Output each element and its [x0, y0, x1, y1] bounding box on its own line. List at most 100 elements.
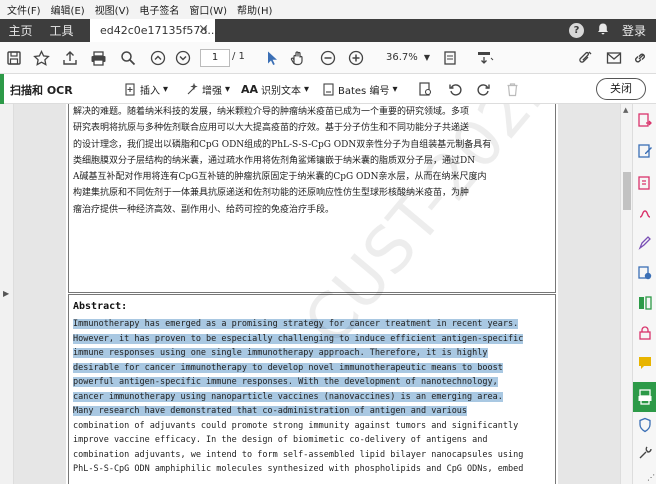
rotate-left-icon[interactable] — [448, 82, 463, 97]
abstract-line-text: PhL-S-S-CpG ODN amphiphilic molecules sy… — [73, 464, 524, 474]
insert-button[interactable]: 插入 ▾ — [124, 82, 168, 97]
tab-home[interactable]: 主页 — [0, 19, 41, 42]
zoom-level-value: 36.7% — [386, 52, 418, 63]
menu-edit[interactable]: 编辑(E) — [46, 2, 90, 17]
tab-bar: 主页 工具 ed42c0e17135f57d... × ? 登录 — [0, 19, 656, 42]
mail-icon[interactable] — [604, 48, 624, 68]
scrollbar-thumb[interactable] — [623, 172, 631, 210]
page-properties-button[interactable] — [418, 82, 432, 96]
scan-ocr-title: 扫描和 OCR — [10, 84, 73, 97]
zoom-in-icon[interactable] — [346, 48, 366, 68]
organize-pages-icon[interactable] — [636, 264, 654, 282]
selected-text: cancer immunotherapy using nanoparticle … — [73, 391, 503, 402]
help-icon[interactable]: ? — [568, 23, 584, 38]
selected-text: desirable for cancer immunotherapy to de… — [73, 362, 503, 373]
menu-esign[interactable]: 电子签名 — [134, 2, 184, 17]
right-tools-panel: ⋰ — [632, 104, 656, 484]
export-pdf-icon[interactable] — [636, 112, 654, 130]
abstract-line-text: combination of adjuvants could promote s… — [73, 420, 519, 431]
abstract-line: improve vaccine efficacy. In the design … — [73, 433, 488, 447]
chinese-line: 瘤治疗提供一种经济高效、副作用小、给药可控的免疫治疗手段。 — [73, 204, 335, 215]
scan-ocr-toolbar: 扫描和 OCR 插入 ▾ 增强 ▾ AA 识别文本 ▾ Bates 编号 ▾ 关闭 — [0, 74, 656, 104]
zoom-out-icon[interactable] — [318, 48, 338, 68]
menu-window[interactable]: 窗口(W) — [184, 2, 232, 17]
scroll-mode-icon[interactable] — [475, 48, 495, 68]
menu-bar: 文件(F) 编辑(E) 视图(V) 电子签名 窗口(W) 帮助(H) — [0, 0, 656, 19]
insert-label: 插入 — [140, 86, 160, 97]
bell-icon[interactable] — [596, 22, 610, 39]
left-navigation-panel: ▶ — [0, 104, 14, 484]
recognize-text-button[interactable]: AA 识别文本 ▾ — [241, 82, 309, 97]
zoom-level-select[interactable]: 36.7% ▼ — [380, 49, 432, 67]
expand-panel-icon[interactable]: ▶ — [3, 289, 9, 298]
bates-label: Bates 编号 — [338, 86, 390, 97]
upload-icon[interactable] — [60, 48, 80, 68]
shield-icon[interactable] — [636, 416, 654, 434]
vertical-scrollbar[interactable]: ▲ — [620, 104, 632, 484]
chevron-down-icon: ▾ — [163, 84, 169, 95]
abstract-line: Many research have demonstrated that co-… — [73, 404, 468, 418]
selected-text: powerful antigen-specific immune respons… — [73, 377, 498, 387]
page-number-input[interactable]: 1 — [200, 49, 230, 67]
page-up-icon[interactable] — [148, 48, 168, 68]
close-tool-button[interactable]: 关闭 — [596, 78, 646, 100]
hand-tool-icon[interactable] — [287, 48, 307, 68]
save-icon[interactable] — [4, 48, 24, 68]
chevron-down-icon: ▼ — [423, 53, 430, 62]
login-button[interactable]: 登录 — [622, 22, 646, 39]
abstract-line: desirable for cancer immunotherapy to de… — [73, 361, 503, 375]
fit-page-icon[interactable] — [440, 48, 460, 68]
menu-file[interactable]: 文件(F) — [2, 2, 46, 17]
compress-icon[interactable] — [636, 294, 654, 312]
rotate-right-icon[interactable] — [476, 82, 491, 97]
abstract-line: powerful antigen-specific immune respons… — [73, 375, 498, 389]
protect-icon[interactable] — [636, 324, 654, 342]
delete-page-icon[interactable] — [506, 82, 519, 97]
edit-pdf-icon[interactable] — [636, 142, 654, 160]
scroll-up-icon[interactable]: ▲ — [623, 106, 628, 114]
enhance-label: 增强 — [202, 86, 222, 97]
menu-view[interactable]: 视图(V) — [90, 2, 135, 17]
tab-document[interactable]: ed42c0e17135f57d... × — [90, 19, 218, 42]
bookmark-star-icon[interactable] — [31, 48, 51, 68]
abstract-heading: Abstract: — [73, 301, 128, 312]
page-total: / 1 — [232, 51, 245, 62]
recognize-text-label: 识别文本 — [261, 86, 302, 97]
abstract-line: combination adjuvants, we intend to form… — [73, 448, 523, 462]
abstract-line-text: improve vaccine efficacy. In the design … — [73, 435, 488, 445]
attach-icon[interactable] — [575, 48, 595, 68]
page-down-icon[interactable] — [173, 48, 193, 68]
menu-help[interactable]: 帮助(H) — [232, 2, 277, 17]
close-tab-icon[interactable]: × — [198, 22, 209, 37]
select-cursor-icon[interactable] — [262, 48, 282, 68]
abstract-line: However, it has proven to be especially … — [73, 332, 524, 346]
selected-text: Immunotherapy has emerged as a promising… — [73, 319, 519, 329]
more-tools-icon[interactable] — [636, 444, 654, 462]
fill-sign-icon[interactable] — [636, 234, 654, 252]
abstract-line: Immunotherapy has emerged as a promising… — [73, 317, 519, 331]
comment-bubble-icon[interactable] — [636, 354, 654, 372]
enhance-button[interactable]: 增强 ▾ — [186, 82, 230, 97]
document-viewport[interactable]: 解决的难题。随着纳米科技的发展，纳米颗粒介导的肿瘤纳米疫苗已成为一个重要的研究领… — [14, 104, 620, 484]
bates-icon — [322, 83, 335, 96]
search-icon[interactable] — [118, 48, 138, 68]
comment-icon[interactable] — [636, 204, 654, 222]
resize-grip-icon[interactable]: ⋰ — [647, 473, 655, 482]
selected-text: Many research have demonstrated that co-… — [73, 406, 468, 416]
pdf-page: 解决的难题。随着纳米科技的发展，纳米颗粒介导的肿瘤纳米疫苗已成为一个重要的研究领… — [66, 104, 573, 484]
insert-page-icon — [124, 83, 137, 96]
print-icon[interactable] — [88, 48, 108, 68]
chevron-down-icon: ▾ — [225, 84, 231, 95]
selected-text: However, it has proven to be especially … — [73, 333, 524, 344]
abstract-line: immune responses using one single immuno… — [73, 346, 488, 360]
main-toolbar: 1 / 1 36.7% ▼ — [0, 42, 656, 74]
share-link-icon[interactable] — [630, 48, 650, 68]
create-pdf-icon[interactable] — [636, 174, 654, 192]
tab-tools[interactable]: 工具 — [41, 19, 82, 42]
chevron-down-icon: ▾ — [392, 84, 398, 95]
selected-text: immune responses using one single immuno… — [73, 348, 488, 358]
active-tool-indicator — [0, 74, 4, 104]
enhance-icon — [186, 82, 199, 96]
bates-number-button[interactable]: Bates 编号 ▾ — [322, 82, 397, 97]
scan-ocr-icon[interactable] — [636, 388, 654, 406]
